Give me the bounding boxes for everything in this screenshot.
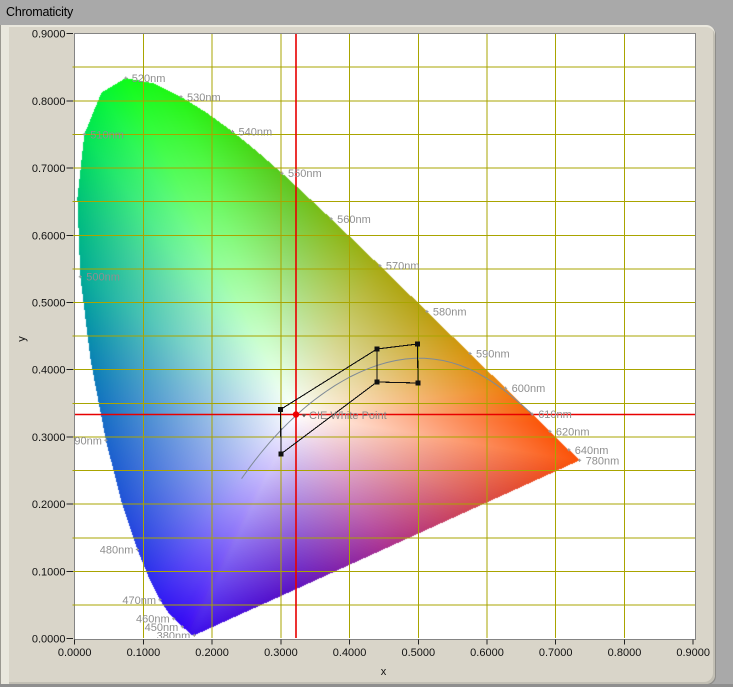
svg-text:480nm: 480nm	[100, 545, 134, 557]
svg-text:470nm: 470nm	[122, 595, 156, 607]
svg-text:0.4000: 0.4000	[333, 647, 367, 659]
svg-text:0.3000: 0.3000	[32, 432, 66, 444]
svg-text:520nm: 520nm	[132, 73, 166, 85]
svg-text:CIE White Point: CIE White Point	[309, 410, 387, 422]
svg-text:0.2000: 0.2000	[195, 647, 229, 659]
svg-text:0.0000: 0.0000	[32, 634, 66, 646]
svg-text:0.1000: 0.1000	[127, 647, 161, 659]
svg-text:550nm: 550nm	[288, 168, 322, 180]
svg-text:600nm: 600nm	[512, 383, 546, 395]
svg-text:0.5000: 0.5000	[32, 298, 66, 310]
svg-text:0.2000: 0.2000	[32, 499, 66, 511]
svg-text:570nm: 570nm	[386, 261, 420, 273]
svg-text:530nm: 530nm	[187, 92, 221, 104]
svg-text:540nm: 540nm	[239, 127, 273, 139]
svg-text:780nm: 780nm	[586, 455, 620, 467]
svg-text:580nm: 580nm	[433, 307, 467, 319]
svg-text:0.9000: 0.9000	[676, 647, 710, 659]
svg-text:0.4000: 0.4000	[32, 365, 66, 377]
svg-text:0.6000: 0.6000	[470, 647, 504, 659]
svg-text:510nm: 510nm	[90, 129, 124, 141]
svg-text:590nm: 590nm	[476, 349, 510, 361]
svg-text:0.9000: 0.9000	[32, 29, 66, 41]
svg-text:0.6000: 0.6000	[32, 230, 66, 242]
svg-text:x: x	[381, 666, 387, 678]
svg-text:560nm: 560nm	[337, 214, 371, 226]
svg-text:0.0000: 0.0000	[58, 647, 92, 659]
svg-text:0.3000: 0.3000	[264, 647, 298, 659]
svg-text:610nm: 610nm	[538, 409, 572, 421]
svg-text:0.7000: 0.7000	[32, 163, 66, 175]
svg-text:500nm: 500nm	[86, 272, 120, 284]
svg-text:380nm: 380nm	[157, 630, 191, 642]
svg-text:0.1000: 0.1000	[32, 567, 66, 579]
svg-text:y: y	[16, 336, 28, 342]
svg-text:0.8000: 0.8000	[32, 96, 66, 108]
svg-text:0.5000: 0.5000	[401, 647, 435, 659]
svg-text:620nm: 620nm	[556, 426, 590, 438]
svg-text:0.8000: 0.8000	[608, 647, 642, 659]
svg-text:0.7000: 0.7000	[539, 647, 573, 659]
